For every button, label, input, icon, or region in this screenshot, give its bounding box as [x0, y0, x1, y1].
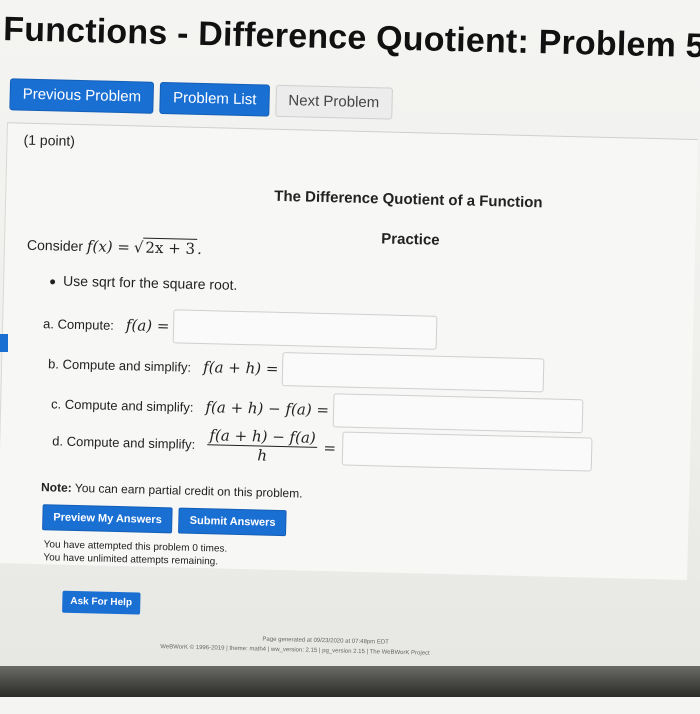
problem-panel: (1 point) The Difference Quotient of a F…	[0, 122, 698, 615]
footer-copyright: WeBWorK © 1996-2019 | theme: math4 | ww_…	[160, 644, 430, 657]
part-c-expr: f(a + h) − f(a) =	[205, 398, 330, 420]
part-d-label: d. Compute and simplify:	[52, 433, 196, 452]
previous-problem-button[interactable]: Previous Problem	[9, 78, 155, 114]
part-a-answer-input[interactable]	[173, 309, 438, 350]
fraction-denominator: h	[257, 446, 268, 465]
note-text: You can earn partial credit on this prob…	[74, 480, 303, 501]
function-lhs: f(x) =	[86, 237, 131, 257]
bullet-icon	[50, 279, 56, 285]
left-edge-marker	[0, 334, 8, 352]
part-b-answer-input[interactable]	[282, 352, 545, 393]
screen: Functions - Difference Quotient: Problem…	[0, 0, 700, 714]
attempts-status: You have attempted this problem 0 times.…	[43, 538, 227, 568]
part-b-row: b. Compute and simplify: f(a + h) =	[47, 346, 545, 393]
problem-subheading: Practice	[381, 230, 440, 249]
screen-bezel	[0, 666, 700, 697]
part-d-equals: =	[323, 438, 337, 457]
hint-bullet: Use sqrt for the square root.	[50, 272, 238, 293]
difference-quotient-fraction: f(a + h) − f(a) h	[207, 426, 318, 466]
footer-generated: Page generated at 09/23/2020 at 07:48pm …	[262, 636, 389, 646]
partial-credit-note: Note: You can earn partial credit on thi…	[41, 480, 303, 500]
hint-text: Use sqrt for the square root.	[62, 272, 238, 293]
problem-navigation: Previous Problem Problem List Next Probl…	[9, 78, 393, 120]
answer-actions: Preview My Answers Submit Answers	[42, 504, 287, 537]
part-a-row: a. Compute: f(a) =	[43, 306, 438, 350]
points-label: (1 point)	[23, 131, 76, 149]
submit-answers-button[interactable]: Submit Answers	[178, 507, 287, 537]
problem-list-button[interactable]: Problem List	[159, 81, 270, 117]
part-c-label: c. Compute and simplify:	[50, 395, 194, 415]
part-a-label: a. Compute:	[42, 315, 115, 333]
part-b-label: b. Compute and simplify:	[47, 355, 192, 375]
page-title: Functions - Difference Quotient: Problem…	[2, 10, 700, 66]
fraction-numerator: f(a + h) − f(a)	[207, 426, 318, 448]
problem-heading: The Difference Quotient of a Function	[274, 187, 543, 212]
part-d-answer-input[interactable]	[341, 430, 593, 472]
preview-answers-button[interactable]: Preview My Answers	[42, 504, 174, 534]
part-a-expr: f(a) =	[125, 316, 170, 336]
part-b-expr: f(a + h) =	[202, 358, 279, 378]
function-tail: .	[196, 239, 203, 259]
next-problem-button[interactable]: Next Problem	[274, 84, 393, 120]
note-label: Note:	[40, 480, 72, 495]
part-c-answer-input[interactable]	[332, 393, 584, 434]
consider-label: Consider	[26, 236, 84, 255]
function-statement: Consider f(x) = √ 2x + 3.	[27, 236, 202, 258]
function-radicand: 2x + 3	[143, 237, 198, 258]
ask-for-help-button[interactable]: Ask For Help	[62, 590, 141, 615]
